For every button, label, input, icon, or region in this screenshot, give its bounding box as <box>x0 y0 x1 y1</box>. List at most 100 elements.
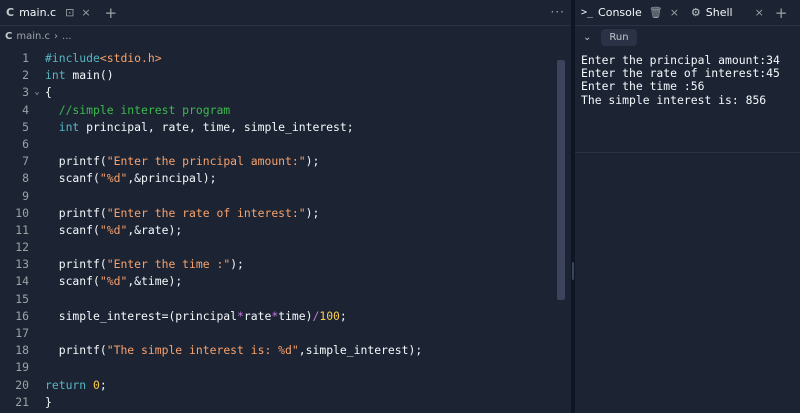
code-token: printf( <box>45 205 107 220</box>
code-line[interactable]: 18 printf("The simple interest is: %d",s… <box>0 342 571 359</box>
code-token: scanf( <box>45 274 100 289</box>
breadcrumb-separator: › <box>54 31 59 42</box>
code-token: ,&principal); <box>127 171 217 186</box>
line-number: 7 <box>22 154 29 169</box>
code-token: printf( <box>45 343 107 358</box>
code-text[interactable]: } <box>45 394 52 411</box>
editor-tab-bar: C main.c ⊡ × + ··· <box>0 0 571 26</box>
line-number: 18 <box>15 343 29 358</box>
code-token: "%d" <box>99 274 128 289</box>
code-token: int <box>58 119 80 134</box>
code-line[interactable]: 12 <box>0 239 571 256</box>
code-token: } <box>45 394 52 409</box>
code-line[interactable]: 4 //simple interest program <box>0 102 571 119</box>
splitter-grip[interactable] <box>572 262 574 280</box>
code-text[interactable]: scanf("%d",&principal); <box>45 170 217 187</box>
close-tab-icon[interactable]: × <box>755 6 764 19</box>
line-number: 16 <box>15 308 29 323</box>
code-token: ; <box>339 308 347 323</box>
new-tab-button[interactable]: + <box>775 4 788 22</box>
fold-gutter <box>29 325 45 342</box>
code-line[interactable]: 21} <box>0 394 571 411</box>
code-line[interactable]: 2 int main() <box>0 67 571 84</box>
code-token: "The simple interest is: %d" <box>106 343 299 358</box>
code-line[interactable]: 13 printf("Enter the time :"); <box>0 256 571 273</box>
more-options-button[interactable]: ··· <box>551 5 565 19</box>
code-line[interactable]: 1 #include<stdio.h> <box>0 50 571 67</box>
code-line[interactable]: 16 simple_interest=(principal*rate*time)… <box>0 308 571 325</box>
editor-scrollbar[interactable] <box>557 60 565 300</box>
code-token: scanf( <box>45 171 100 186</box>
fold-gutter <box>29 102 45 119</box>
new-tab-button[interactable]: + <box>105 4 118 22</box>
fold-gutter <box>29 136 45 153</box>
close-tab-icon[interactable]: × <box>670 6 679 19</box>
code-token: printf( <box>45 257 107 272</box>
code-text[interactable]: simple_interest=(principal*rate*time)/10… <box>45 308 347 325</box>
code-text[interactable]: scanf("%d",&rate); <box>45 222 182 239</box>
code-line[interactable]: 20 return 0; <box>0 377 571 394</box>
fold-gutter <box>29 359 45 376</box>
tab-console-label: Console <box>598 6 642 19</box>
code-line[interactable]: 19 <box>0 359 571 376</box>
fold-gutter <box>29 273 45 290</box>
code-token: scanf( <box>45 222 100 237</box>
code-token: #include <box>45 51 100 65</box>
fold-gutter <box>29 119 45 136</box>
trash-icon[interactable]: 🗑 <box>649 6 663 19</box>
fold-gutter <box>29 205 45 222</box>
code-line[interactable]: 8 scanf("%d",&principal); <box>0 170 571 187</box>
code-editor[interactable]: 1 #include<stdio.h> 2 int main() 3 ⌄{4 //simp… <box>0 50 571 411</box>
code-text[interactable]: printf("The simple interest is: %d",simp… <box>45 342 423 359</box>
tab-main-c[interactable]: C main.c ⊡ × <box>0 0 97 26</box>
tab-shell[interactable]: ⚙ Shell × <box>685 0 770 26</box>
code-line[interactable]: 5 int principal, rate, time, simple_inte… <box>0 119 571 136</box>
code-text[interactable]: //simple interest program <box>45 102 230 119</box>
code-line[interactable]: 14 scanf("%d",&time); <box>0 273 571 290</box>
code-token: * <box>237 308 244 323</box>
code-token: 0 <box>93 377 100 392</box>
code-text[interactable]: printf("Enter the principal amount:"); <box>45 153 320 170</box>
line-number: 21 <box>15 394 29 409</box>
code-line[interactable]: 6 <box>0 136 571 153</box>
fold-chevron-icon[interactable]: ⌄ <box>29 84 45 101</box>
line-number: 3 <box>22 85 29 100</box>
code-token: ,&rate); <box>127 222 183 237</box>
code-line[interactable]: 9 <box>0 188 571 205</box>
console-tab-bar: >_ Console 🗑 × ⚙ Shell × + <box>575 0 800 26</box>
line-number: 10 <box>15 205 29 220</box>
code-token: ); <box>305 205 320 220</box>
code-text[interactable]: return 0; <box>45 377 107 394</box>
code-text[interactable]: int principal, rate, time, simple_intere… <box>45 119 354 136</box>
editor-pane: C main.c ⊡ × + ··· C main.c › ... 1 #incl… <box>0 0 571 413</box>
run-button[interactable]: Run <box>601 29 637 46</box>
line-number: 17 <box>15 326 29 340</box>
code-line[interactable]: 17 <box>0 325 571 342</box>
code-text[interactable]: printf("Enter the time :"); <box>45 256 244 273</box>
code-token: int <box>45 68 66 83</box>
code-text[interactable]: { <box>45 84 52 101</box>
code-token: principal, rate, time, simple_interest; <box>79 119 354 134</box>
code-line[interactable]: 7 printf("Enter the principal amount:"); <box>0 153 571 170</box>
code-line[interactable]: 3 ⌄{ <box>0 84 571 101</box>
breadcrumb-file[interactable]: main.c <box>16 31 50 42</box>
console-toolbar: ⌄ Run <box>575 26 800 49</box>
code-token: ); <box>230 257 244 272</box>
code-line[interactable]: 10 printf("Enter the rate of interest:")… <box>0 205 571 222</box>
code-token: { <box>45 85 52 100</box>
code-line[interactable]: 11 scanf("%d",&rate); <box>0 222 571 239</box>
close-tab-icon[interactable]: × <box>81 6 90 19</box>
fold-gutter <box>29 222 45 239</box>
chevron-down-icon[interactable]: ⌄ <box>583 32 591 43</box>
code-text[interactable]: #include<stdio.h> <box>45 50 162 67</box>
code-text[interactable]: int main() <box>45 67 114 84</box>
split-view-icon[interactable]: ⊡ <box>65 6 74 19</box>
fold-gutter <box>29 308 45 325</box>
tab-console[interactable]: >_ Console 🗑 × <box>575 0 685 26</box>
code-token: ,simple_interest); <box>298 343 423 358</box>
code-text[interactable]: printf("Enter the rate of interest:"); <box>45 205 320 222</box>
breadcrumb-rest[interactable]: ... <box>62 31 72 42</box>
code-text[interactable]: scanf("%d",&time); <box>45 273 182 290</box>
line-number: 8 <box>22 171 29 186</box>
code-line[interactable]: 15 <box>0 291 571 308</box>
